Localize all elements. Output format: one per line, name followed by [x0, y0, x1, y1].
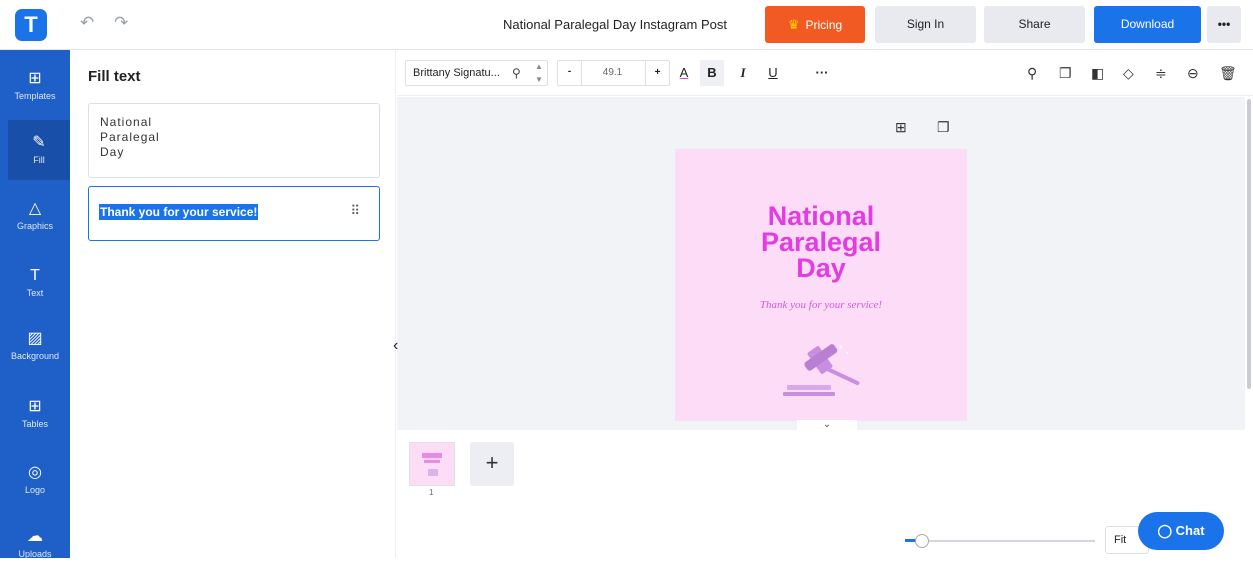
sidebar-item-label: Background [10, 351, 60, 361]
sidebar-item-uploads[interactable]: ☁ Uploads [0, 514, 70, 574]
table-icon: ⊞ [28, 398, 42, 415]
thumbnail-gavel-shape [428, 469, 438, 476]
pricing-button[interactable]: ♛ Pricing [765, 6, 865, 43]
templates-icon: ⊞ [28, 70, 42, 87]
sidebar-item-text[interactable]: T Text [0, 253, 70, 313]
redo-icon[interactable]: ↷ [114, 13, 128, 33]
collapse-panel-icon[interactable]: ‹ [393, 337, 398, 355]
thumbnail-subtitle-shape [424, 460, 440, 463]
design-heading-line[interactable]: National [675, 203, 967, 230]
zoom-slider-handle[interactable] [915, 534, 929, 548]
sidebar-item-label: Templates [14, 91, 56, 101]
logo-icon: ◎ [28, 464, 42, 481]
sidebar-item-graphics[interactable]: △ Graphics [0, 186, 70, 246]
format-painter-icon[interactable]: ⚲ [1027, 63, 1037, 83]
add-page-button[interactable]: + [470, 442, 514, 486]
page-thumbnail[interactable] [409, 442, 455, 486]
underline-button[interactable]: U [761, 60, 785, 86]
vertical-scrollbar[interactable] [1245, 97, 1253, 430]
download-button[interactable]: Download [1094, 6, 1201, 43]
text-line: Paralegal [100, 130, 160, 144]
sidebar-item-label: Tables [21, 419, 48, 429]
trash-icon[interactable]: 🗑 [1219, 63, 1237, 83]
text-icon: T [30, 267, 40, 284]
document-title[interactable]: National Paralegal Day Instagram Post [503, 17, 727, 32]
decrease-size-button[interactable]: - [558, 61, 582, 85]
design-heading-line[interactable]: Day [675, 255, 967, 282]
sidebar-item-fill[interactable]: ✎ Fill [8, 120, 70, 180]
sidebar-item-templates[interactable]: ⊞ Templates [0, 56, 70, 116]
opacity-icon[interactable]: ◇ [1123, 63, 1134, 83]
chat-bubble-icon: ◯ [1157, 523, 1176, 538]
background-icon: ▨ [27, 330, 43, 347]
chat-label: Chat [1175, 523, 1205, 538]
panel-title: Fill text [88, 68, 141, 85]
sidebar-item-label: Logo [24, 485, 46, 495]
font-size-input[interactable]: 49.1 [582, 61, 643, 85]
pricing-label: Pricing [805, 18, 843, 32]
design-heading-line[interactable]: Paralegal [675, 229, 967, 256]
text-toolbar: Brittany Signatu... ⚲ ▲ ▼ - 49.1 + A B I … [397, 50, 1253, 96]
chat-button[interactable]: ◯ Chat [1138, 512, 1224, 550]
sidebar: ⊞ Templates ✎ Fill △ Graphics T Text ▨ B… [0, 50, 70, 559]
text-field-subtitle[interactable]: Thank you for your service! ⠿ [88, 186, 380, 241]
scrollbar-thumb[interactable] [1247, 99, 1251, 389]
duplicate-page-icon[interactable]: ❐ [937, 119, 950, 136]
font-family-select[interactable]: Brittany Signatu... ⚲ ▲ ▼ [405, 60, 548, 86]
text-field-title[interactable]: National Paralegal Day [88, 103, 380, 178]
link-icon[interactable]: ⊖ [1187, 63, 1199, 83]
cloud-upload-icon: ☁ [27, 528, 43, 545]
share-button[interactable]: Share [984, 6, 1085, 43]
sign-in-button[interactable]: Sign In [875, 6, 976, 43]
stepper-arrows-icon[interactable]: ▲ ▼ [535, 60, 543, 86]
text-line: Day [100, 145, 125, 159]
sidebar-item-logo[interactable]: ◎ Logo [0, 450, 70, 510]
sidebar-item-background[interactable]: ▨ Background [0, 316, 70, 376]
pencil-icon: ✎ [32, 134, 46, 151]
app-logo[interactable]: T [15, 9, 47, 41]
sidebar-item-tables[interactable]: ⊞ Tables [0, 384, 70, 444]
top-bar: T ↶ ↷ National Paralegal Day Instagram P… [0, 0, 1253, 50]
increase-size-button[interactable]: + [645, 61, 669, 85]
pages-strip: ⌄ 1 + Fit ◯ Chat [397, 420, 1253, 558]
align-icon[interactable]: ≑ [1155, 63, 1167, 83]
gavel-icon[interactable] [773, 337, 873, 407]
search-icon[interactable]: ⚲ [512, 61, 521, 85]
design-canvas[interactable]: National Paralegal Day Thank you for you… [675, 149, 967, 421]
zoom-slider[interactable] [905, 534, 1095, 548]
more-text-options-button[interactable]: ··· [810, 60, 834, 86]
text-color-button[interactable]: A [672, 60, 696, 86]
duplicate-icon[interactable]: ❐ [1059, 63, 1072, 83]
canvas-area: ‹ ⊞ ❐ National Paralegal Day Thank you f… [393, 97, 1245, 430]
shapes-icon: △ [28, 200, 42, 217]
font-size-stepper[interactable]: - 49.1 + [557, 60, 670, 86]
font-name: Brittany Signatu... [413, 67, 500, 79]
crown-icon: ♛ [787, 17, 800, 32]
layer-icon[interactable]: ◧ [1091, 63, 1104, 83]
italic-button[interactable]: I [731, 60, 755, 86]
sidebar-item-label: Text [26, 288, 44, 298]
selected-text[interactable]: Thank you for your service! [99, 204, 259, 220]
page-number: 1 [429, 488, 434, 497]
design-script-text[interactable]: Thank you for your service! [675, 299, 967, 311]
more-options-button[interactable]: ••• [1207, 6, 1241, 43]
text-line: National [100, 115, 153, 129]
add-page-icon[interactable]: ⊞ [895, 119, 907, 136]
bold-button[interactable]: B [700, 60, 724, 86]
fill-text-panel: Fill text National Paralegal Day Thank y… [70, 50, 396, 558]
drag-handle-icon[interactable]: ⠿ [350, 203, 359, 219]
sidebar-item-label: Fill [33, 155, 45, 165]
sidebar-item-label: Graphics [16, 221, 53, 231]
thumbnail-title-shape [422, 453, 442, 458]
undo-icon[interactable]: ↶ [80, 13, 94, 33]
chevron-down-icon[interactable]: ⌄ [797, 420, 857, 436]
